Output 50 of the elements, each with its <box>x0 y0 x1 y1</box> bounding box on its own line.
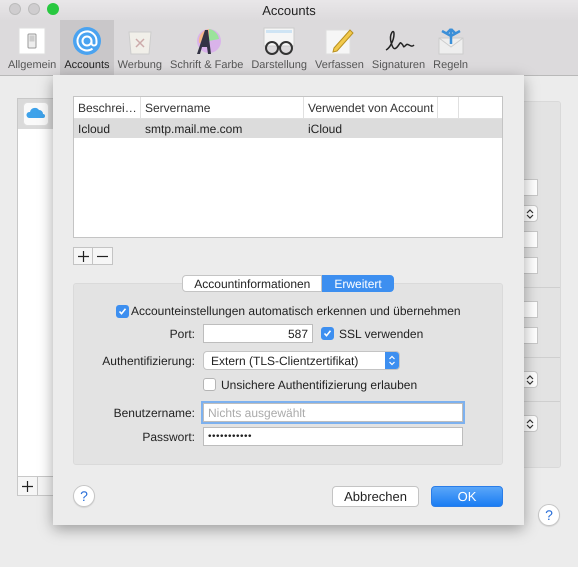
plus-icon <box>78 250 88 262</box>
window-title: Accounts <box>262 2 316 18</box>
ok-button[interactable]: OK <box>431 486 503 506</box>
zoom-window-button[interactable] <box>47 3 59 15</box>
column-header[interactable]: Beschrei… <box>74 97 141 118</box>
checkbox[interactable] <box>203 378 216 391</box>
updown-chevron-icon <box>525 418 535 430</box>
field-label: Port: <box>168 326 195 340</box>
toolbar-tab[interactable]: Allgemein <box>4 20 60 75</box>
remove-button[interactable] <box>93 247 113 265</box>
segment-tab[interactable]: Erweitert <box>322 275 394 292</box>
envelope-arrows-icon <box>436 26 466 56</box>
column-header[interactable]: Verwendet von Account <box>304 97 438 118</box>
table-cell-text: smtp.mail.me.com <box>144 120 244 138</box>
toolbar-tab[interactable]: Werbung <box>114 20 166 75</box>
cloud-icon <box>23 102 49 126</box>
at-sign-icon <box>72 26 102 56</box>
plus-icon <box>22 480 33 492</box>
toolbar-tab[interactable]: Verfassen <box>311 20 368 75</box>
cancel-button[interactable]: Abbrechen <box>332 486 419 506</box>
toolbar-tab[interactable]: Accounts <box>60 20 114 75</box>
table-cell-text: iCloud <box>307 120 344 138</box>
checkbox-label: SSL verwenden <box>339 326 424 340</box>
glasses-icon <box>262 26 296 56</box>
column-header[interactable]: Servername <box>141 97 304 118</box>
toolbar-tab[interactable]: Darstellung <box>247 20 311 75</box>
username-field[interactable]: Nichts ausgewählt <box>203 403 463 422</box>
checkbox-label: Accounteinstellungen automatisch erkennen und übernehmen <box>131 304 461 318</box>
add-button[interactable] <box>73 247 93 265</box>
segment-tab[interactable]: Accountinformationen <box>182 275 322 292</box>
toolbar-tab[interactable]: Regeln <box>429 20 472 75</box>
table-cell-text: Icloud <box>77 120 112 138</box>
updown-chevron-icon <box>525 208 535 220</box>
field-label: Benutzername: <box>112 406 195 420</box>
updown-chevron-icon <box>525 374 535 386</box>
updown-chevron-icon <box>388 355 396 366</box>
help-button[interactable]: ? <box>73 485 95 507</box>
checkbox[interactable] <box>321 327 334 340</box>
port-field[interactable]: 587 <box>203 324 313 343</box>
table-row[interactable]: Icloud smtp.mail.me.com iCloud <box>74 119 502 138</box>
help-button[interactable]: ? <box>538 504 560 526</box>
checkbox-label: Unsichere Authentifizierung erlauben <box>221 378 418 392</box>
toolbar-tab[interactable]: Schrift & Farbe <box>166 20 248 75</box>
field-label: Passwort: <box>141 430 195 444</box>
toolbar-tab[interactable]: Signaturen <box>368 20 430 75</box>
field-label: Authentifizierung: <box>101 354 195 368</box>
password-field[interactable]: ••••••••••• <box>203 427 463 446</box>
switch-icon <box>17 26 48 56</box>
authentication-popup[interactable]: Extern (TLS-Clientzertifikat) <box>203 351 400 370</box>
checkbox[interactable] <box>116 304 129 318</box>
